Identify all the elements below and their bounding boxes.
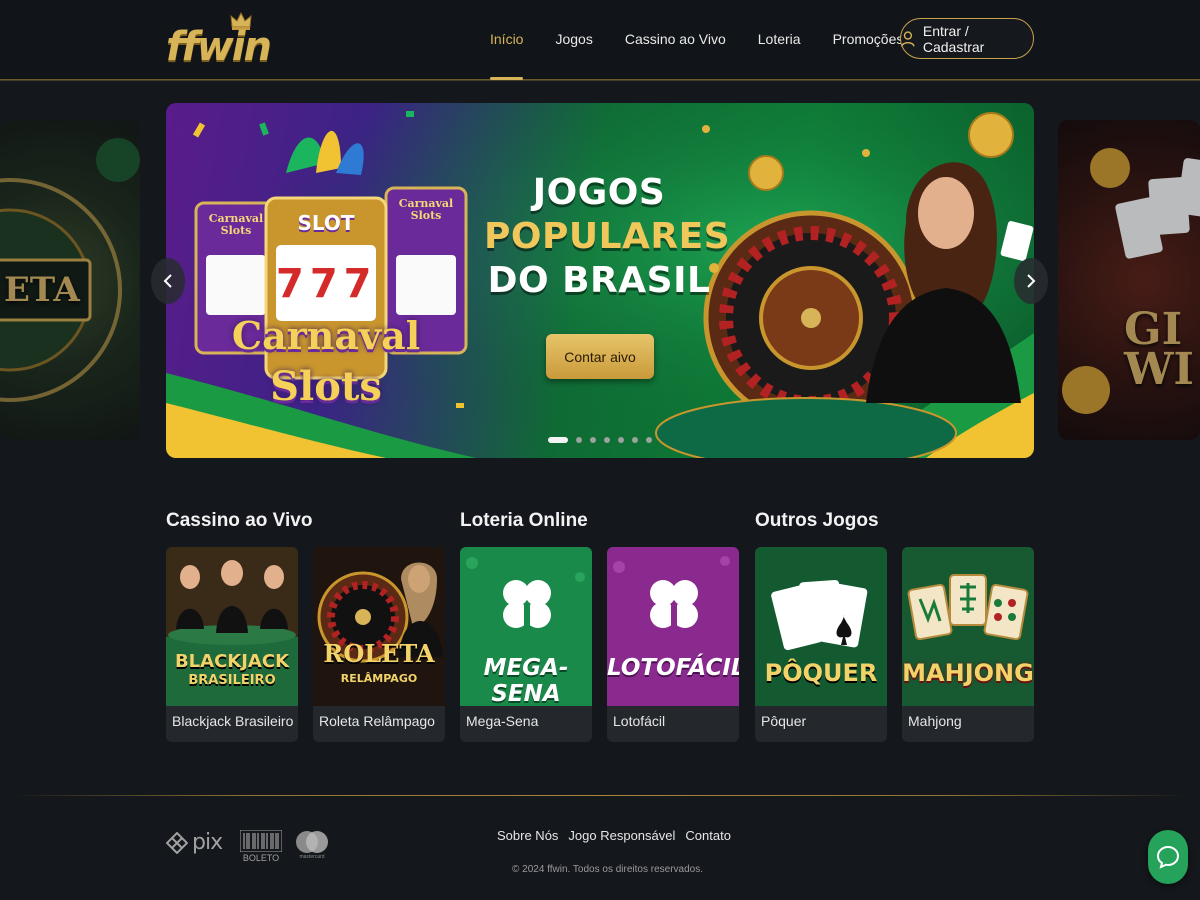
carousel-dot[interactable] <box>576 437 582 443</box>
nav-promocoes[interactable]: Promoções <box>833 0 904 80</box>
carnaval-logo-line2: Slots <box>270 363 382 410</box>
logo-text: ffwin <box>166 24 272 70</box>
user-icon <box>901 30 915 47</box>
section-title-loteria: Loteria Online <box>460 510 588 531</box>
footer-divider <box>10 795 1190 796</box>
game-card-poquer[interactable]: PÔQUER Pôquer <box>755 547 887 742</box>
carousel-dot[interactable] <box>646 437 652 443</box>
login-register-button[interactable]: Entrar / Cadastrar <box>900 18 1034 59</box>
boleto-logo: BOLETO <box>240 830 282 863</box>
pix-logo: pix <box>166 830 223 855</box>
section-title-outros: Outros Jogos <box>755 510 879 531</box>
pix-icon <box>166 831 188 854</box>
carnaval-logo-line1: Carnaval <box>231 313 421 358</box>
roleta-art-title: ROLETA <box>323 639 435 668</box>
mastercard-icon <box>296 831 328 853</box>
game-card-title: Blackjack Brasileiro <box>172 713 294 729</box>
poquer-art-title: PÔQUER <box>764 659 878 687</box>
mastercard-label: mastercard <box>299 854 325 860</box>
mega-sena-art-title: MEGA-SENA <box>483 655 569 707</box>
ffwin-logo[interactable]: ffwin <box>166 12 276 70</box>
slot-reels: 777 <box>276 261 378 307</box>
carousel-dots <box>548 437 652 443</box>
game-card-title: Mahjong <box>908 713 962 729</box>
game-card-title: Pôquer <box>761 713 807 729</box>
game-card-mega-sena[interactable]: MEGA-SENA Mega-Sena <box>460 547 592 742</box>
game-card-mahjong[interactable]: MAHJONG Mahjong <box>902 547 1034 742</box>
carousel-dot[interactable] <box>590 437 596 443</box>
carousel-prev-button[interactable] <box>151 258 185 304</box>
footer-link-sobre[interactable]: Sobre Nós <box>497 828 558 843</box>
game-card-lotofacil[interactable]: LOTOFÁCIL Lotofácil <box>607 547 739 742</box>
banner-headline: JOGOS POPULARES DO BRASIL <box>484 171 731 303</box>
login-register-label: Entrar / Cadastrar <box>922 22 985 55</box>
chevron-right-icon <box>1027 274 1036 288</box>
prev-slide-label: ETA <box>4 270 80 310</box>
pix-label: pix <box>192 830 223 855</box>
footer-links: Sobre Nós Jogo Responsável Contato <box>497 828 731 843</box>
banner-cta-button[interactable]: Contar aivo <box>546 334 654 379</box>
banner-headline-line3: DO BRASIL <box>487 260 711 301</box>
hero-banner[interactable]: Carnaval Slots SLOT Carnaval Slots 777 C… <box>166 103 1034 458</box>
slot-badge-right: Carnaval Slots <box>398 197 454 222</box>
nav-loteria[interactable]: Loteria <box>758 0 801 80</box>
chevron-left-icon <box>163 274 172 288</box>
nav-inicio[interactable]: Início <box>490 0 524 80</box>
carousel-dot[interactable] <box>604 437 610 443</box>
carousel-dot[interactable] <box>548 437 568 443</box>
lotofacil-art-title: LOTOFÁCIL <box>607 655 739 681</box>
carousel-next-button[interactable] <box>1014 258 1048 304</box>
live-chat-button[interactable] <box>1148 830 1188 884</box>
boleto-label: BOLETO <box>242 853 280 863</box>
main-nav: Início Jogos Cassino ao Vivo Loteria Pro… <box>490 0 935 80</box>
nav-jogos[interactable]: Jogos <box>555 0 592 80</box>
carousel-next-slide[interactable]: GI WI <box>1058 120 1200 440</box>
copyright-text: © 2024 ffwin. Todos os direitos reservad… <box>512 864 703 875</box>
game-card-blackjack[interactable]: BLACKJACK BRASILEIRO Blackjack Brasileir… <box>166 547 298 742</box>
mastercard-logo: mastercard <box>295 830 329 860</box>
carousel-prev-slide[interactable]: ETA <box>0 120 140 440</box>
site-header: ffwin Início Jogos Cassino ao Vivo Loter… <box>0 0 1200 80</box>
slot-badge-center: SLOT <box>297 211 355 235</box>
game-card-title: Mega-Sena <box>466 713 539 729</box>
mahjong-art-title: MAHJONG <box>902 659 1034 687</box>
blackjack-art-subtitle: BRASILEIRO <box>188 673 276 688</box>
footer-link-jogo-responsavel[interactable]: Jogo Responsável <box>568 828 675 843</box>
game-card-title: Roleta Relâmpago <box>319 713 435 729</box>
banner-headline-line1: JOGOS <box>532 172 666 213</box>
next-slide-label: GI WI <box>1124 304 1194 395</box>
blackjack-art-title: BLACKJACK <box>174 651 290 672</box>
banner-headline-line2: POPULARES <box>484 216 731 257</box>
lotofacil-art <box>607 547 739 706</box>
footer-link-contato[interactable]: Contato <box>685 828 731 843</box>
slot-badge-left: Carnaval Slots <box>208 212 264 237</box>
carousel-dot[interactable] <box>632 437 638 443</box>
section-title-cassino: Cassino ao Vivo <box>166 510 313 531</box>
nav-cassino-ao-vivo[interactable]: Cassino ao Vivo <box>625 0 726 80</box>
chat-icon <box>1156 845 1180 869</box>
game-card-roleta[interactable]: ROLETA RELÂMPAGO Roleta Relâmpago <box>313 547 445 742</box>
barcode-icon <box>240 830 282 852</box>
game-card-title: Lotofácil <box>613 713 666 729</box>
carousel-dot[interactable] <box>618 437 624 443</box>
roleta-art-subtitle: RELÂMPAGO <box>340 672 418 685</box>
